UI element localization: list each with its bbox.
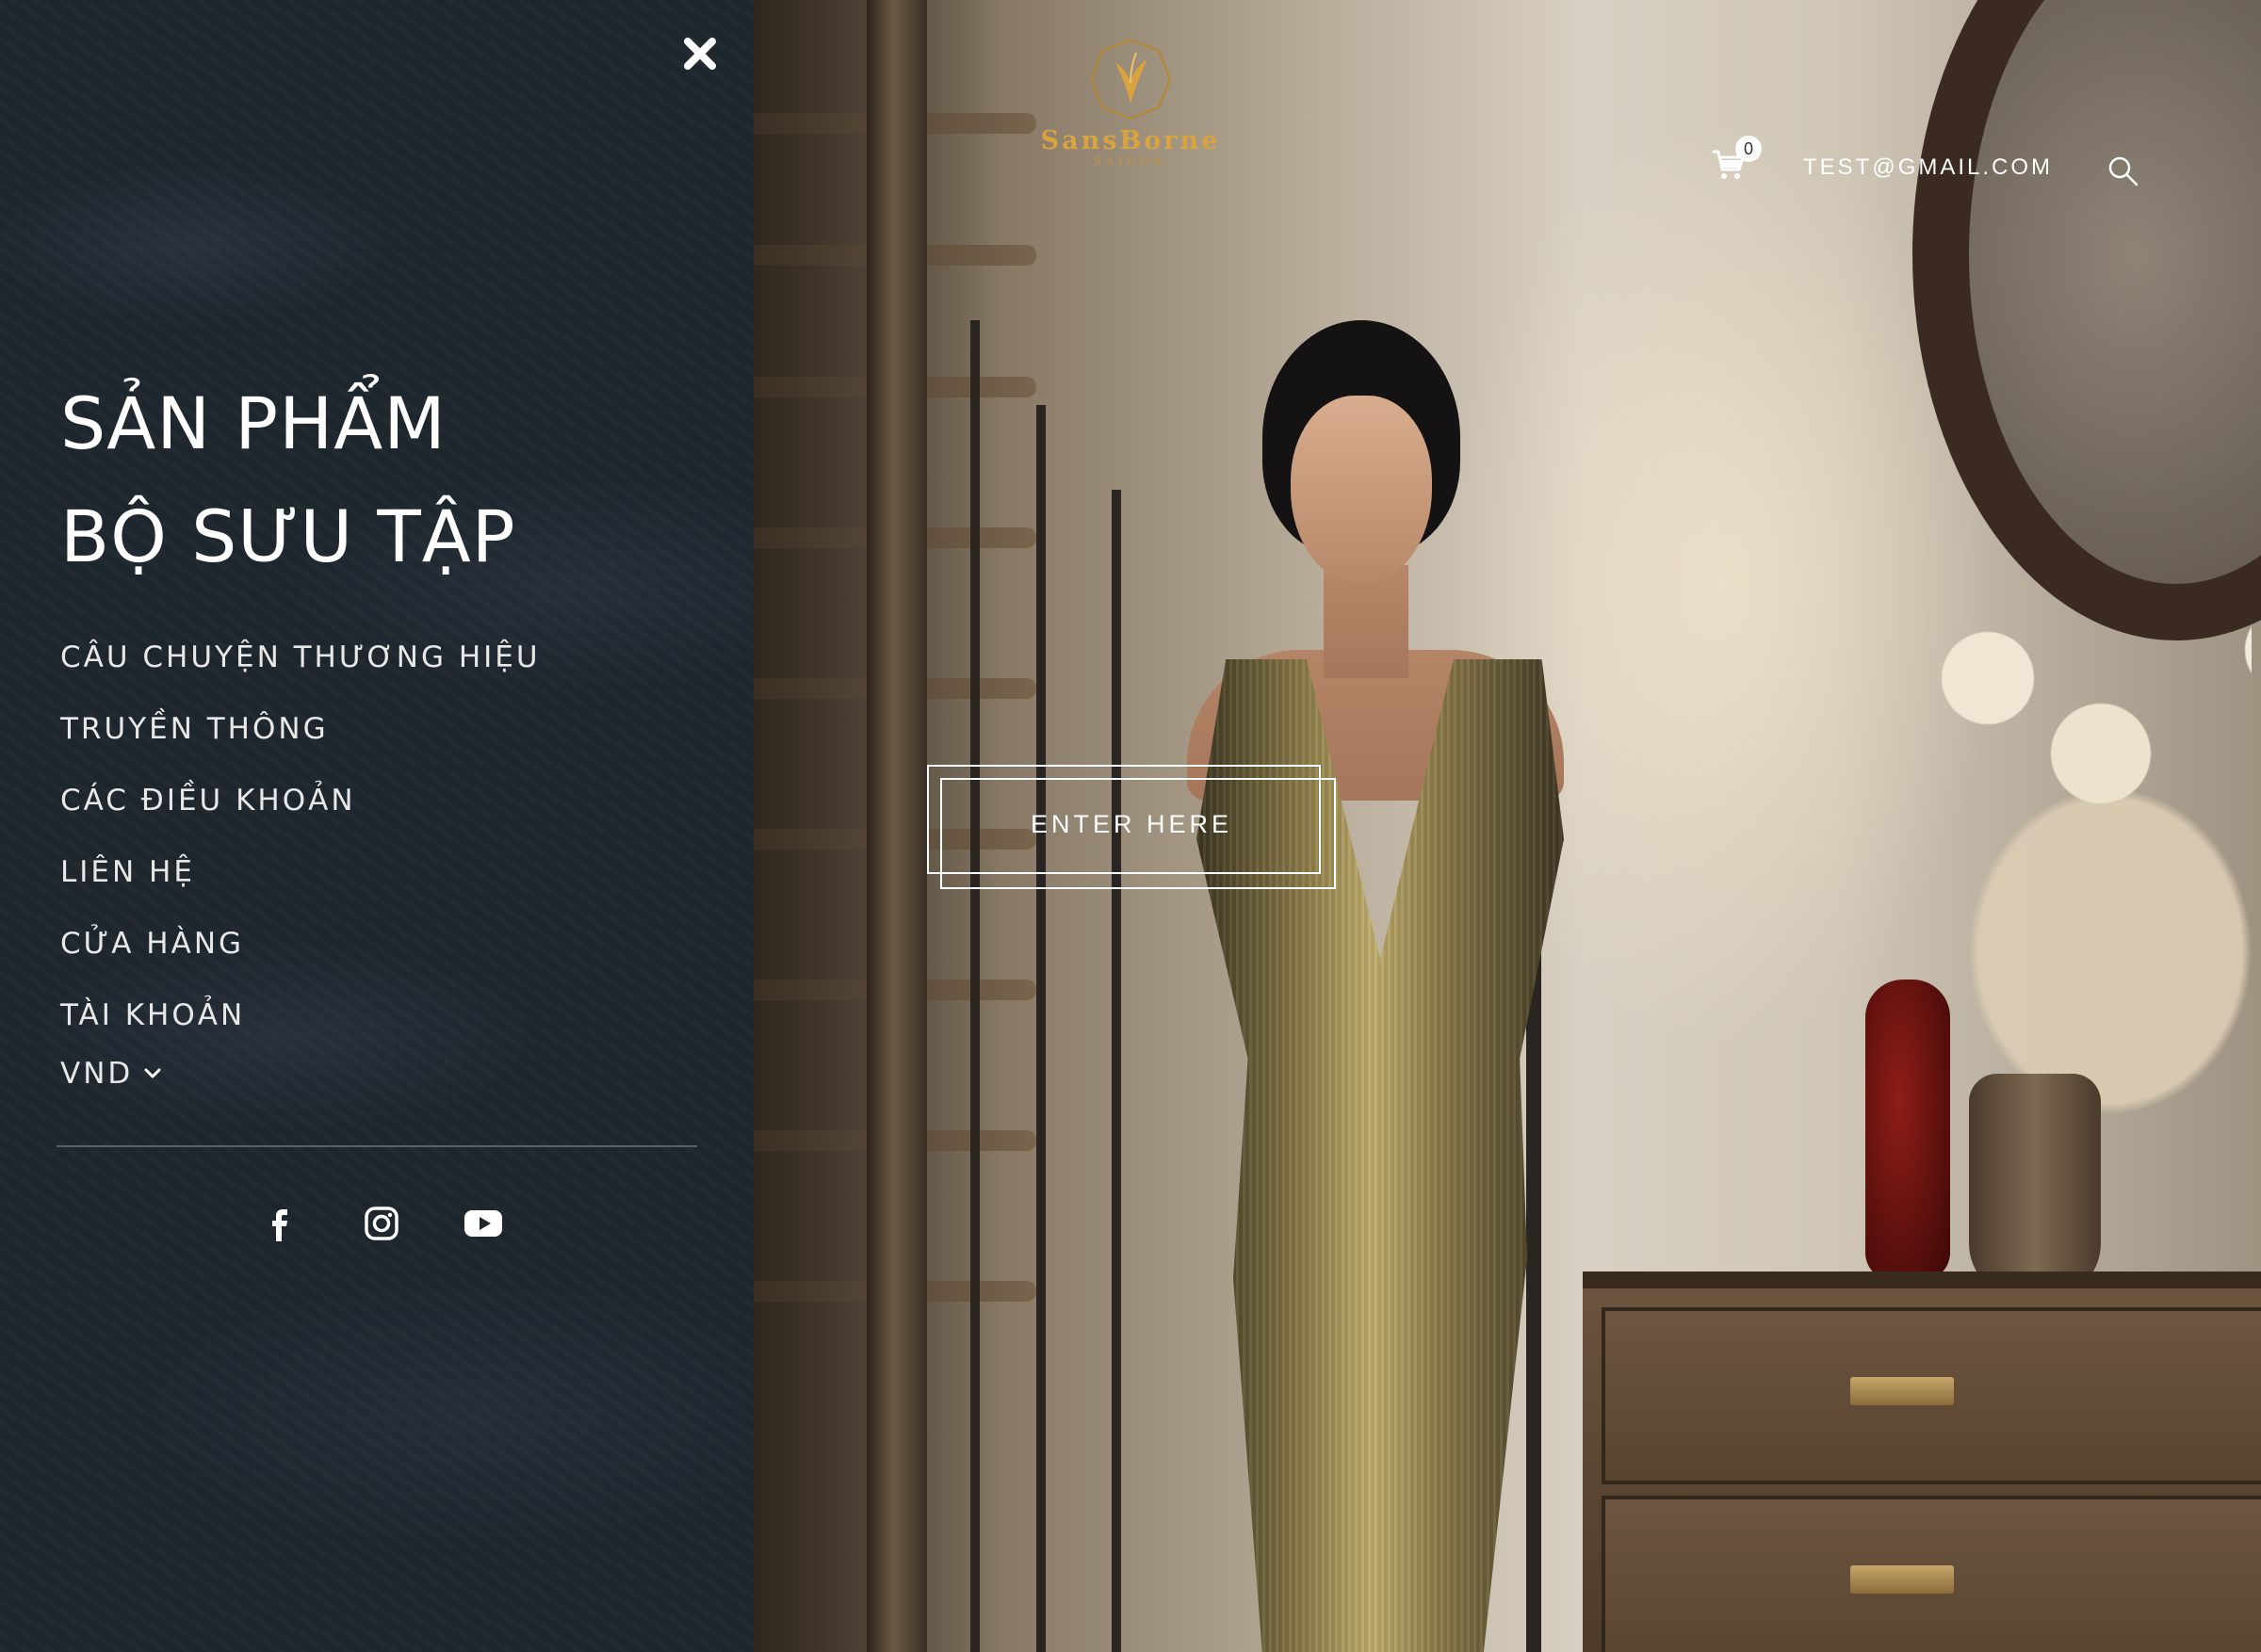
logo-subtitle: SAIGON [1094,155,1167,168]
nav-item-products[interactable]: SẢN PHẨM [60,367,516,480]
brand-logo[interactable]: SansBorne SAIGON [1036,38,1225,168]
social-links [0,1202,754,1245]
enter-here-button[interactable]: ENTER HERE [927,765,1336,889]
close-icon [684,38,716,70]
search-icon [2108,156,2139,186]
currency-selector[interactable]: VND [60,1057,161,1091]
logo-wordmark: SansBorne [1040,126,1221,155]
nav-item-collections[interactable]: BỘ SƯU TẬP [60,480,516,593]
chevron-down-icon [144,1068,161,1078]
search-button[interactable] [2106,154,2140,188]
cart-count-badge: 0 [1735,136,1762,162]
instagram-icon[interactable] [360,1202,403,1245]
nav-item-terms[interactable]: CÁC ĐIỀU KHOẢN [60,765,541,836]
nav-item-media[interactable]: TRUYỀN THÔNG [60,693,541,765]
nav-item-brand-story[interactable]: CÂU CHUYỆN THƯƠNG HIỆU [60,622,541,693]
close-menu-button[interactable] [678,32,722,75]
side-menu-drawer: SẢN PHẨM BỘ SƯU TẬP CÂU CHUYỆN THƯƠNG HI… [0,0,754,1652]
cart-button[interactable]: 0 [1711,136,1762,186]
nav-item-contact[interactable]: LIÊN HỆ [60,836,541,908]
nav-item-stores[interactable]: CỬA HÀNG [60,908,541,980]
enter-here-label: ENTER HERE [1030,810,1233,838]
youtube-icon[interactable] [462,1202,505,1245]
menu-divider [57,1145,697,1147]
currency-value: VND [60,1057,134,1091]
nav-item-account[interactable]: TÀI KHOẢN [60,980,541,1051]
account-email-link[interactable]: TEST@GMAIL.COM [1803,154,2053,181]
secondary-nav: CÂU CHUYỆN THƯƠNG HIỆU TRUYỀN THÔNG CÁC … [60,622,541,1051]
primary-nav: SẢN PHẨM BỘ SƯU TẬP [60,367,516,593]
facebook-icon[interactable] [258,1202,301,1245]
logo-emblem-icon [1089,38,1172,121]
